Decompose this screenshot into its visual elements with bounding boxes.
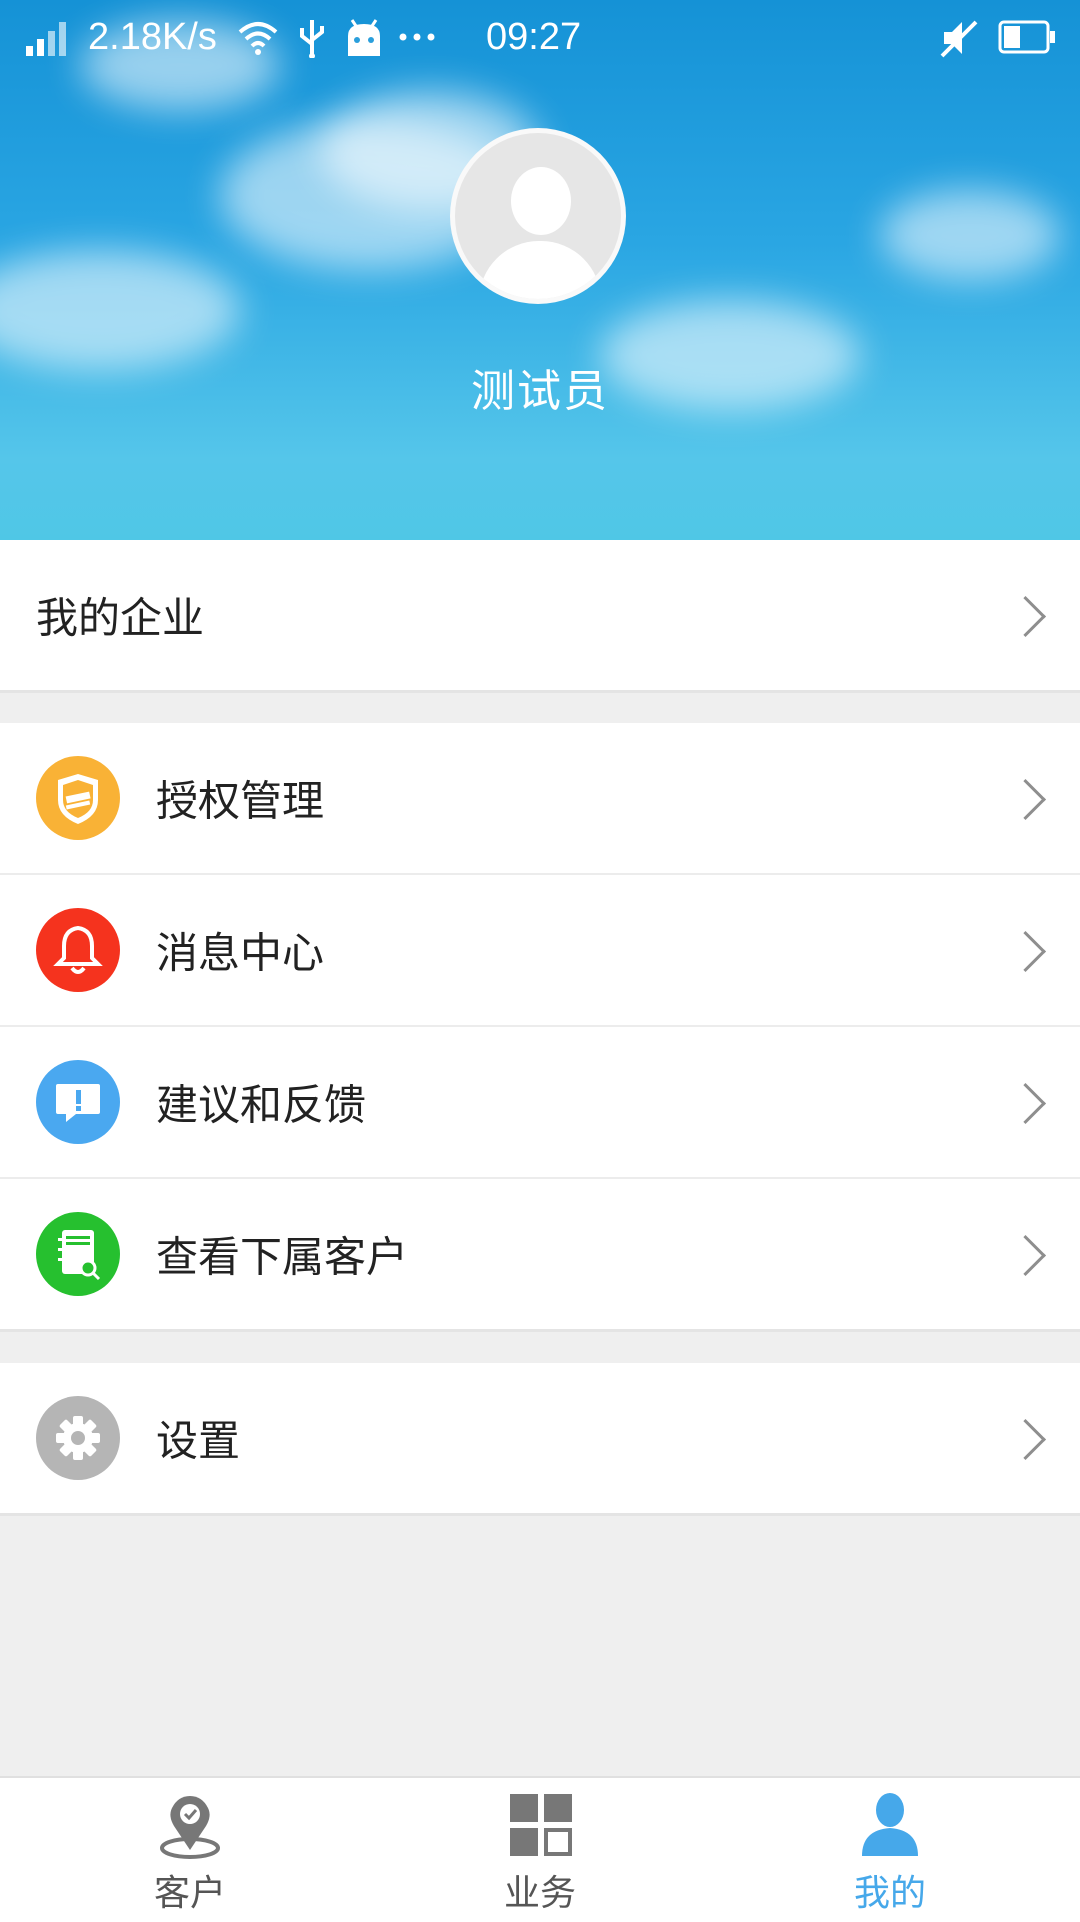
menu-item-subordinate-customers[interactable]: 查看下属客户 <box>0 1179 1080 1329</box>
bottom-navigation: 客户 业务 我的 <box>0 1776 1080 1922</box>
more-icon <box>399 33 435 41</box>
chevron-right-icon <box>1004 930 1047 973</box>
avatar-head-shape <box>511 167 571 235</box>
mute-icon <box>940 20 978 58</box>
tab-label: 我的 <box>853 1873 926 1914</box>
divider <box>0 1329 1080 1332</box>
menu-item-feedback[interactable]: 建议和反馈 <box>0 1027 1080 1177</box>
tab-customers[interactable]: 客户 <box>10 1778 370 1922</box>
bell-icon <box>36 908 120 992</box>
username: 测试员 <box>471 366 609 417</box>
battery-icon <box>998 20 1055 54</box>
tab-mine[interactable]: 我的 <box>710 1778 1070 1922</box>
tab-label: 客户 <box>153 1873 226 1914</box>
android-icon <box>348 19 380 56</box>
chevron-right-icon <box>1004 1234 1047 1277</box>
feedback-icon <box>36 1060 120 1144</box>
avatar-body-shape <box>479 241 601 299</box>
chevron-right-icon <box>1004 595 1047 638</box>
wifi-icon <box>238 22 278 55</box>
chevron-right-icon <box>1004 778 1047 821</box>
menu-item-label: 查看下属客户 <box>156 1232 409 1282</box>
shield-icon <box>36 756 120 840</box>
menu-item-settings[interactable]: 设置 <box>0 1363 1080 1513</box>
divider <box>0 690 1080 693</box>
tab-business[interactable]: 业务 <box>360 1778 720 1922</box>
chevron-right-icon <box>1004 1082 1047 1125</box>
usb-icon <box>300 20 324 58</box>
cloud-decoration <box>880 190 1060 280</box>
menu-item-label: 授权管理 <box>156 776 325 826</box>
signal-icon <box>26 22 66 56</box>
tab-label: 业务 <box>503 1873 576 1914</box>
location-pin-icon <box>160 1796 220 1859</box>
menu-item-label: 设置 <box>156 1416 241 1466</box>
menu-item-label: 消息中心 <box>156 928 325 978</box>
person-icon <box>862 1793 918 1856</box>
menu-item-label: 建议和反馈 <box>156 1080 367 1130</box>
menu-item-messages[interactable]: 消息中心 <box>0 875 1080 1025</box>
status-bar: 2.18K/s 09:27 <box>0 0 1080 80</box>
my-enterprise-row[interactable]: 我的企业 <box>0 540 1080 690</box>
cloud-decoration <box>0 250 240 370</box>
my-enterprise-label: 我的企业 <box>36 593 205 643</box>
gear-icon <box>36 1396 120 1480</box>
contacts-search-icon <box>36 1212 120 1296</box>
chevron-right-icon <box>1004 1418 1047 1461</box>
divider <box>0 1513 1080 1516</box>
clock: 09:27 <box>486 16 582 58</box>
profile-header: 2.18K/s 09:27 测试员 <box>0 0 1080 540</box>
network-speed: 2.18K/s <box>88 16 217 58</box>
grid-icon <box>510 1794 572 1856</box>
avatar[interactable] <box>450 128 626 304</box>
menu-item-authorization[interactable]: 授权管理 <box>0 723 1080 873</box>
